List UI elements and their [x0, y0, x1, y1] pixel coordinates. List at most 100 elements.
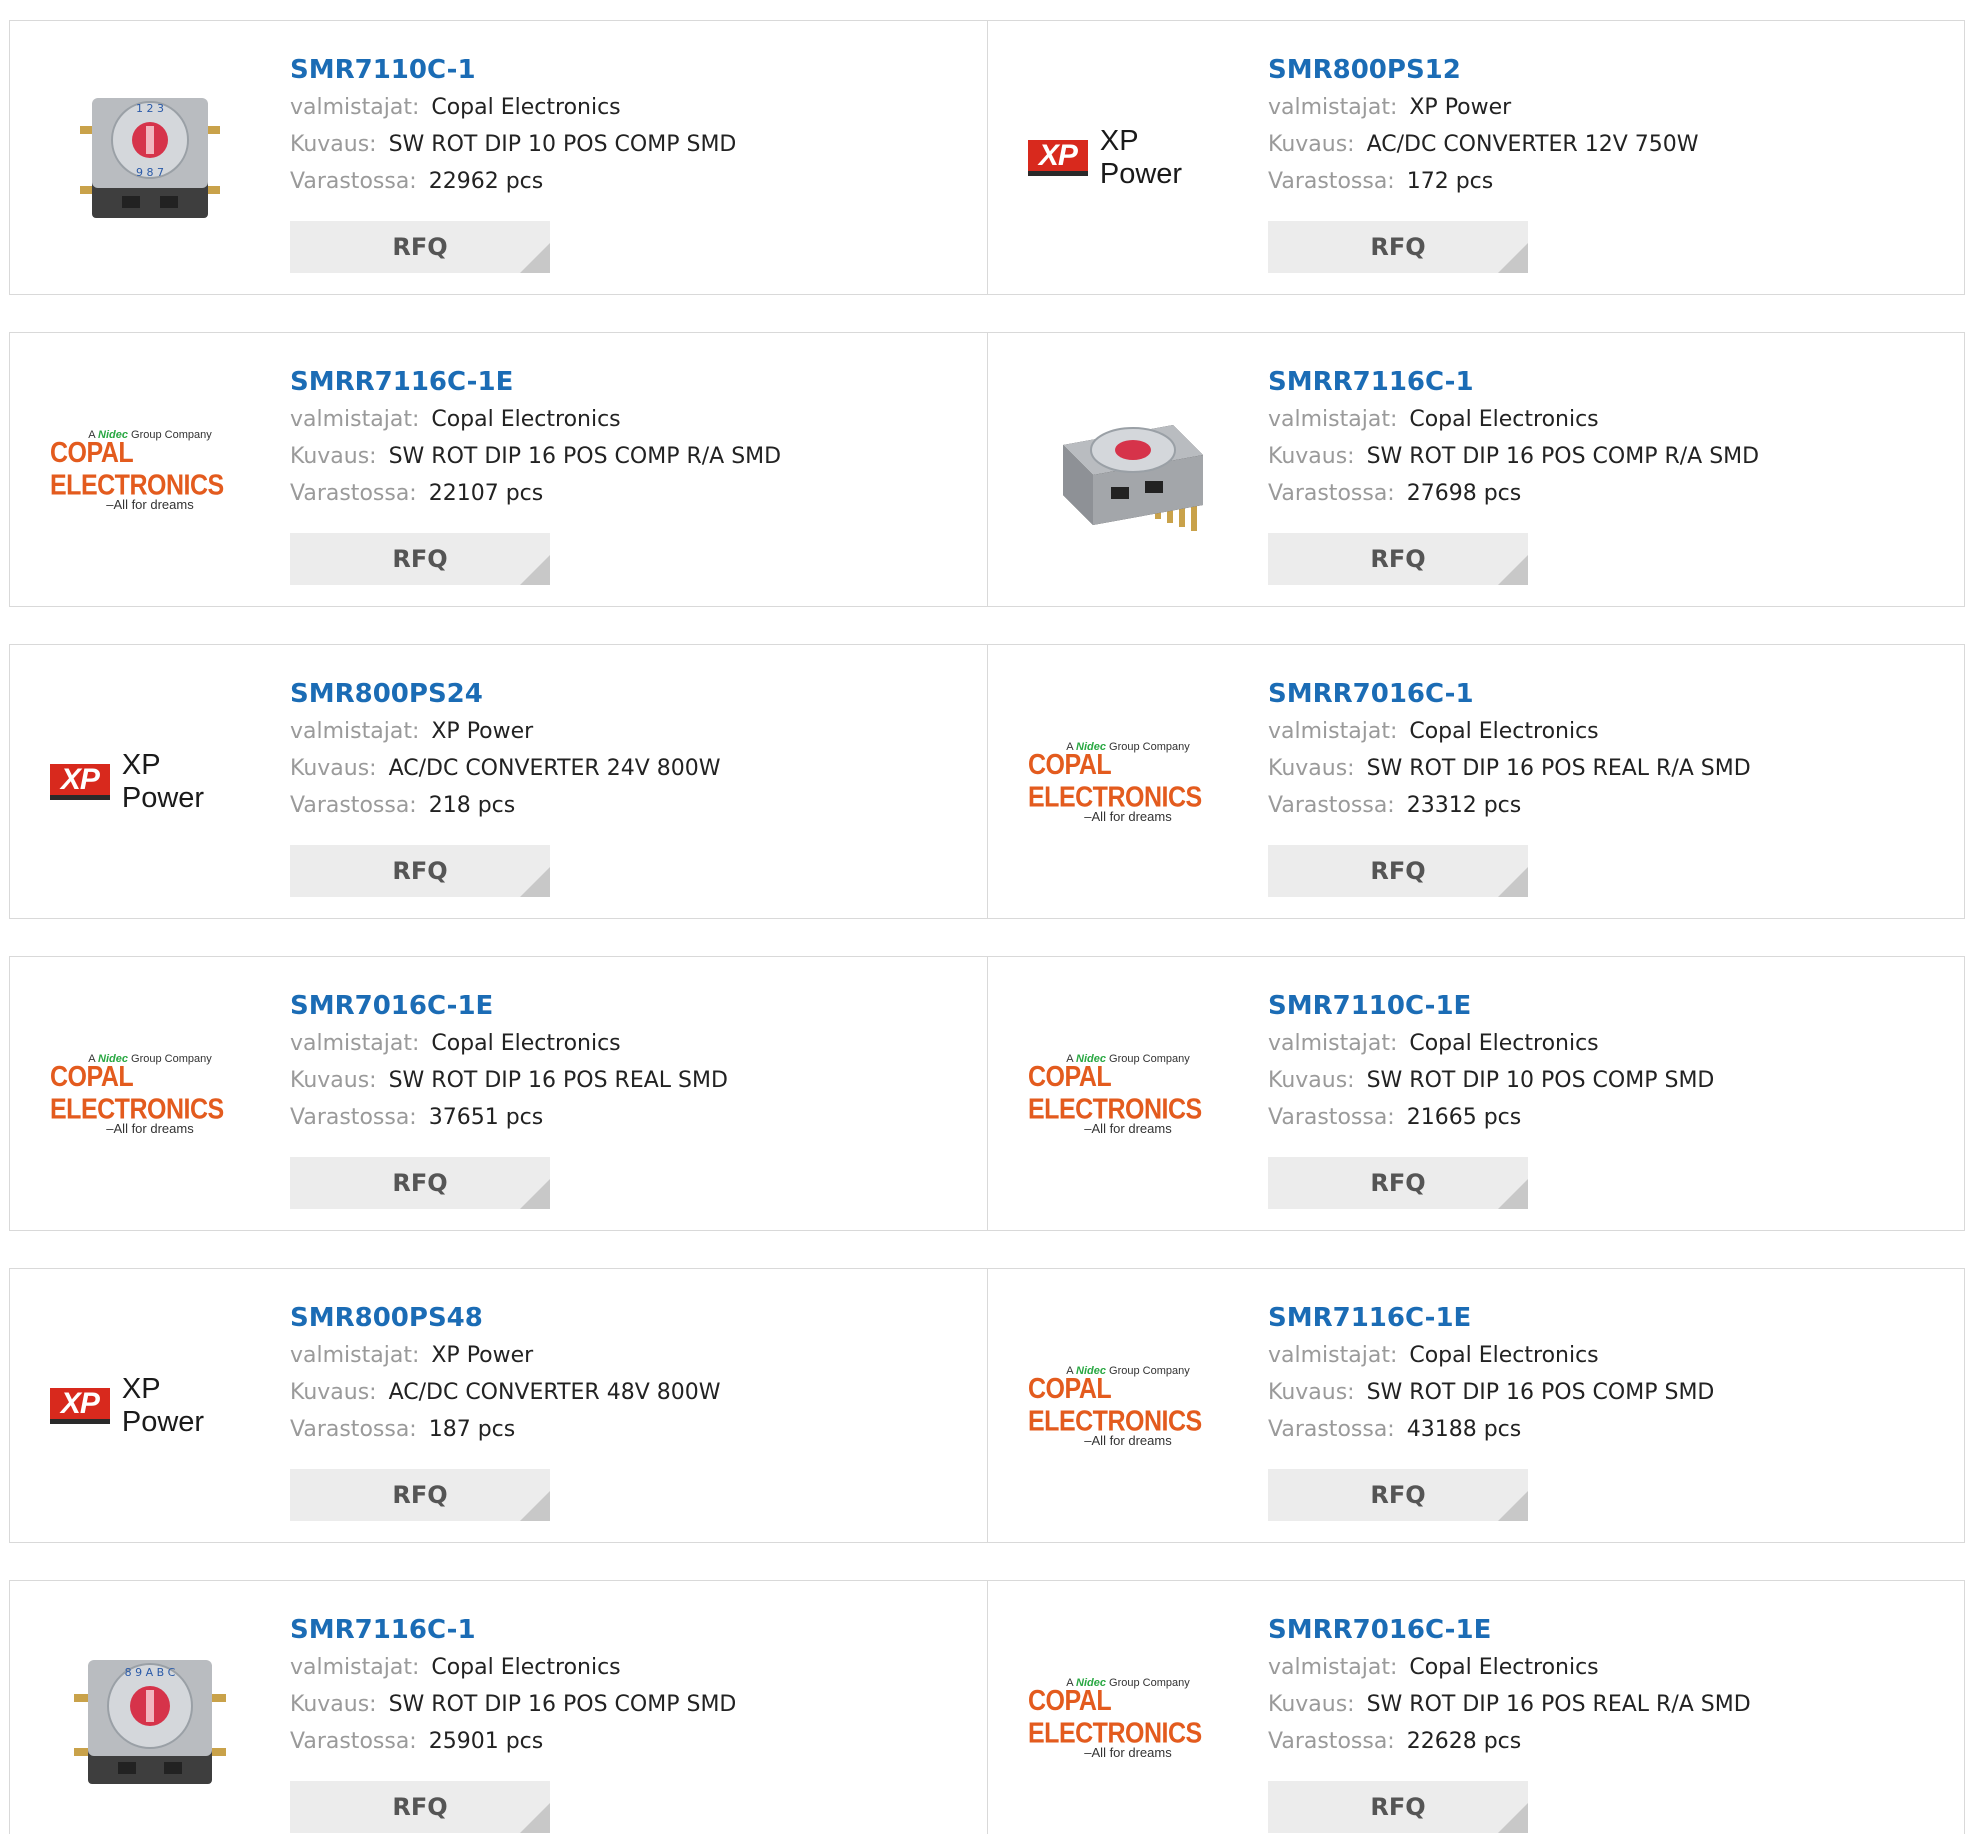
description-value: SW ROT DIP 16 POS REAL R/A SMD: [1366, 1692, 1751, 1717]
product-image[interactable]: A Nidec Group Company COPAL ELECTRONICS …: [1028, 1618, 1228, 1818]
part-number-link[interactable]: SMR7116C-1: [290, 1615, 970, 1649]
rfq-button[interactable]: RFQ: [1268, 533, 1528, 585]
description-label: Kuvaus:: [290, 132, 377, 157]
description-label: Kuvaus:: [1268, 132, 1355, 157]
product-row: A Nidec Group Company COPAL ELECTRONICS …: [9, 956, 1965, 1231]
product-image[interactable]: A Nidec Group Company COPAL ELECTRONICS …: [50, 370, 250, 570]
copal-electronics-logo: A Nidec Group Company COPAL ELECTRONICS …: [1028, 1053, 1228, 1136]
copal-logo-main: COPAL ELECTRONICS: [1028, 1372, 1202, 1437]
rfq-button[interactable]: RFQ: [1268, 221, 1528, 273]
rfq-button[interactable]: RFQ: [290, 533, 550, 585]
description-value: SW ROT DIP 16 POS COMP R/A SMD: [388, 444, 782, 469]
manufacturer-label: valmistajat:: [290, 95, 420, 120]
rotary-switch-photo-icon: 1 2 3 9 8 7: [80, 98, 220, 218]
product-image[interactable]: A Nidec Group Company COPAL ELECTRONICS …: [50, 994, 250, 1194]
rfq-button-label: RFQ: [1370, 1481, 1426, 1509]
xp-power-logo: XP XP Power: [1028, 125, 1228, 191]
part-number-link[interactable]: SMRR7016C-1: [1268, 679, 1948, 713]
product-card: A Nidec Group Company COPAL ELECTRONICS …: [987, 1269, 1964, 1542]
product-card: XP XP Power SMR800PS12 valmistajat: XP Po…: [987, 21, 1964, 294]
product-row: 1 2 3 9 8 7 SMR7110C-1 valmistajat: Copal…: [9, 20, 1965, 295]
manufacturer-label: valmistajat:: [290, 1343, 420, 1368]
product-image[interactable]: A Nidec Group Company COPAL ELECTRONICS …: [1028, 1306, 1228, 1506]
rfq-button[interactable]: RFQ: [290, 845, 550, 897]
description-value: SW ROT DIP 16 POS COMP SMD: [388, 1692, 737, 1717]
part-number-link[interactable]: SMR7110C-1E: [1268, 991, 1948, 1025]
product-row: XP XP Power SMR800PS24 valmistajat: XP Po…: [9, 644, 1965, 919]
part-number-link[interactable]: SMR800PS12: [1268, 55, 1948, 89]
rfq-button[interactable]: RFQ: [1268, 1781, 1528, 1833]
product-card: A Nidec Group Company COPAL ELECTRONICS …: [987, 1581, 1964, 1834]
xp-power-logo: XP XP Power: [50, 1373, 250, 1439]
rfq-button[interactable]: RFQ: [290, 1469, 550, 1521]
description-label: Kuvaus:: [1268, 1692, 1355, 1717]
manufacturer-value: XP Power: [431, 719, 534, 744]
manufacturer-label: valmistajat:: [1268, 719, 1398, 744]
manufacturer-value: Copal Electronics: [1409, 719, 1599, 744]
product-image[interactable]: XP XP Power: [50, 1306, 250, 1506]
rfq-button-label: RFQ: [1370, 545, 1426, 573]
corner-triangle-icon: [1498, 243, 1528, 273]
product-image[interactable]: 8 9 A B C: [50, 1618, 250, 1818]
part-number-link[interactable]: SMR7116C-1E: [1268, 1303, 1948, 1337]
manufacturer-value: Copal Electronics: [431, 407, 621, 432]
stock-label: Varastossa:: [1268, 793, 1395, 818]
product-card: XP XP Power SMR800PS24 valmistajat: XP Po…: [10, 645, 987, 918]
manufacturer-label: valmistajat:: [1268, 1655, 1398, 1680]
manufacturer-label: valmistajat:: [1268, 1031, 1398, 1056]
part-number-link[interactable]: SMR800PS24: [290, 679, 970, 713]
part-number-link[interactable]: SMRR7116C-1: [1268, 367, 1948, 401]
part-number-link[interactable]: SMR800PS48: [290, 1303, 970, 1337]
manufacturer-value: XP Power: [431, 1343, 534, 1368]
corner-triangle-icon: [520, 243, 550, 273]
stock-value: 21665 pcs: [1406, 1105, 1522, 1130]
copal-electronics-logo: A Nidec Group Company COPAL ELECTRONICS …: [50, 429, 250, 512]
stock-label: Varastossa:: [1268, 1729, 1395, 1754]
product-image[interactable]: 1 2 3 9 8 7: [50, 58, 250, 258]
product-image[interactable]: XP XP Power: [1028, 58, 1228, 258]
rfq-button[interactable]: RFQ: [290, 1157, 550, 1209]
product-card: A Nidec Group Company COPAL ELECTRONICS …: [10, 957, 987, 1230]
xp-logo-mark: XP: [60, 762, 100, 796]
corner-triangle-icon: [520, 1491, 550, 1521]
rfq-button[interactable]: RFQ: [290, 1781, 550, 1833]
product-card: XP XP Power SMR800PS48 valmistajat: XP Po…: [10, 1269, 987, 1542]
rfq-button[interactable]: RFQ: [1268, 1469, 1528, 1521]
description-value: AC/DC CONVERTER 48V 800W: [388, 1380, 721, 1405]
part-number-link[interactable]: SMR7110C-1: [290, 55, 970, 89]
rfq-button[interactable]: RFQ: [1268, 1157, 1528, 1209]
rfq-button[interactable]: RFQ: [290, 221, 550, 273]
manufacturer-label: valmistajat:: [290, 1031, 420, 1056]
part-number-link[interactable]: SMR7016C-1E: [290, 991, 970, 1025]
corner-triangle-icon: [1498, 1491, 1528, 1521]
stock-label: Varastossa:: [290, 481, 417, 506]
copal-logo-main: COPAL ELECTRONICS: [1028, 1684, 1202, 1749]
rfq-button-label: RFQ: [392, 233, 448, 261]
corner-triangle-icon: [1498, 555, 1528, 585]
rfq-button[interactable]: RFQ: [1268, 845, 1528, 897]
product-image[interactable]: A Nidec Group Company COPAL ELECTRONICS …: [1028, 994, 1228, 1194]
description-value: SW ROT DIP 16 POS COMP R/A SMD: [1366, 444, 1760, 469]
product-card: SMRR7116C-1 valmistajat: Copal Electronic…: [987, 333, 1964, 606]
stock-label: Varastossa:: [1268, 1105, 1395, 1130]
description-label: Kuvaus:: [1268, 756, 1355, 781]
part-number-link[interactable]: SMRR7016C-1E: [1268, 1615, 1948, 1649]
stock-value: 22628 pcs: [1406, 1729, 1522, 1754]
rfq-button-label: RFQ: [392, 1481, 448, 1509]
corner-triangle-icon: [520, 1803, 550, 1833]
description-value: SW ROT DIP 10 POS COMP SMD: [388, 132, 737, 157]
description-label: Kuvaus:: [290, 1068, 377, 1093]
description-label: Kuvaus:: [1268, 1380, 1355, 1405]
product-image[interactable]: [1028, 370, 1228, 570]
product-card: A Nidec Group Company COPAL ELECTRONICS …: [10, 333, 987, 606]
product-card: 8 9 A B C SMR7116C-1 valmistajat: Copal E…: [10, 1581, 987, 1834]
corner-triangle-icon: [1498, 867, 1528, 897]
stock-label: Varastossa:: [290, 1417, 417, 1442]
product-image[interactable]: XP XP Power: [50, 682, 250, 882]
stock-label: Varastossa:: [290, 1729, 417, 1754]
stock-value: 172 pcs: [1406, 169, 1494, 194]
product-image[interactable]: A Nidec Group Company COPAL ELECTRONICS …: [1028, 682, 1228, 882]
part-number-link[interactable]: SMRR7116C-1E: [290, 367, 970, 401]
manufacturer-label: valmistajat:: [1268, 95, 1398, 120]
stock-label: Varastossa:: [290, 1105, 417, 1130]
